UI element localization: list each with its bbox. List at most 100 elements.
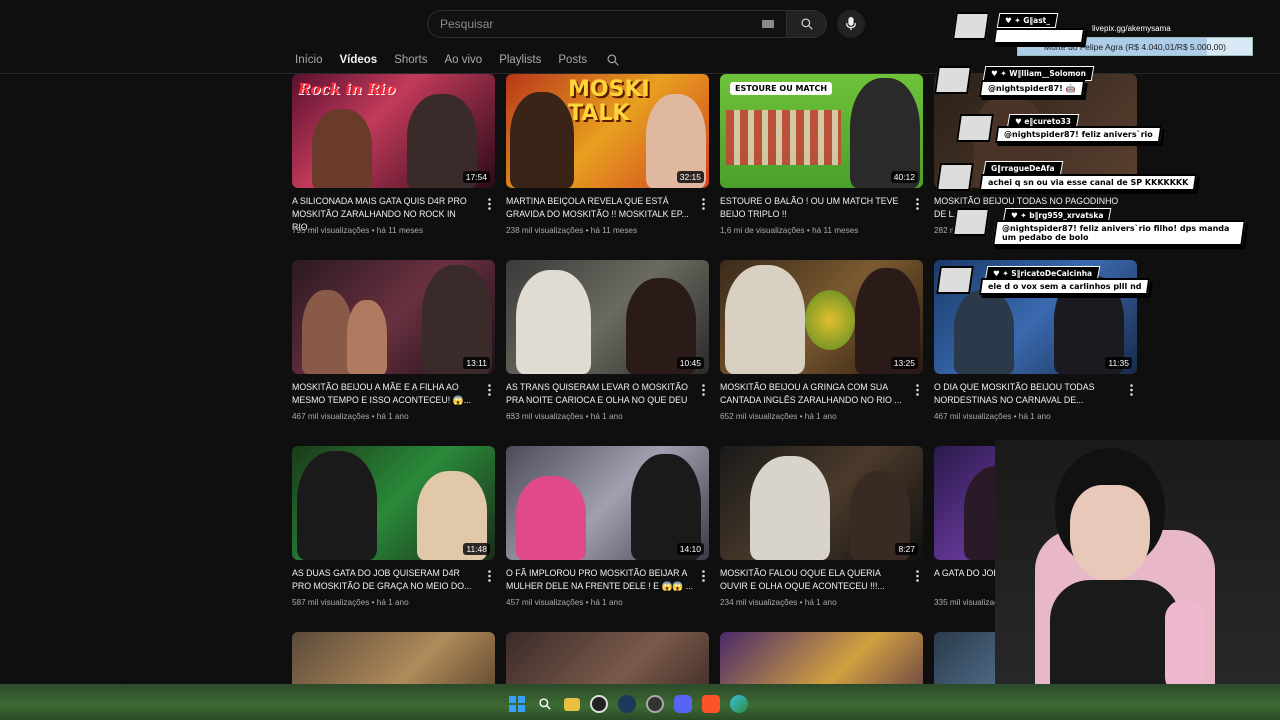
chat-avatar — [936, 163, 974, 191]
chat-message: @nightspider87! feliz anivers`rio filho!… — [992, 220, 1246, 246]
streamer-webcam — [995, 440, 1280, 720]
video-age: há 1 ano — [376, 412, 409, 421]
video-meta: 1,6 mi de visualizações • há 11 meses — [720, 226, 859, 235]
video-title[interactable]: ESTOURE O BALÃO ! OU UM MATCH TEVE BEIJO… — [720, 195, 908, 221]
more-options-icon[interactable] — [1130, 384, 1133, 396]
discord-icon[interactable] — [674, 695, 692, 713]
thumbnail-text: MOSKI TALK — [568, 77, 650, 126]
search-icon — [800, 18, 813, 30]
more-options-icon[interactable] — [488, 198, 491, 210]
video-thumbnail[interactable]: 10:45 — [506, 260, 709, 374]
more-options-icon[interactable] — [702, 570, 705, 582]
chat-message: @nightspider87! feliz anivers`rio — [994, 126, 1162, 143]
chat-message: achei q sn ou via esse canal de SP KKKKK… — [978, 174, 1198, 191]
more-options-icon[interactable] — [916, 198, 919, 210]
video-thumbnail[interactable]: MOSKI TALK 32:15 — [506, 74, 709, 188]
video-meta: 652 mil visualizações • há 1 ano — [720, 412, 837, 421]
tab-posts[interactable]: Posts — [558, 54, 587, 66]
video-meta: 633 mil visualizações • há 1 ano — [506, 412, 623, 421]
video-title[interactable]: MARTINA BEIÇOLA REVELA QUE ESTÁ GRAVIDA … — [506, 195, 694, 221]
more-options-icon[interactable] — [702, 384, 705, 396]
video-title[interactable]: MOSKITÃO BEIJOU A MÃE E A FILHA AO MESMO… — [292, 381, 480, 407]
video-thumbnail[interactable]: Rock in Rio 17:54 — [292, 74, 495, 188]
video-thumbnail[interactable]: 13:11 — [292, 260, 495, 374]
video-title[interactable]: O DIA QUE MOSKITÃO BEIJOU TODAS NORDESTI… — [934, 381, 1122, 407]
search-icon[interactable] — [536, 695, 554, 713]
tab-shorts[interactable]: Shorts — [394, 54, 427, 66]
microphone — [1165, 600, 1205, 695]
video-card[interactable] — [506, 632, 709, 684]
tab-videos[interactable]: Vídeos — [340, 54, 378, 66]
video-views: 1,6 mi de visualizações — [720, 226, 805, 235]
video-thumbnail[interactable]: ESTOURE OU MATCH 40:12 — [720, 74, 923, 188]
more-options-icon[interactable] — [916, 570, 919, 582]
channel-tabs: Início Vídeos Shorts Ao vivo Playlists P… — [295, 50, 620, 70]
video-age: há 11 meses — [590, 226, 638, 235]
tab-ao-vivo[interactable]: Ao vivo — [444, 54, 482, 66]
video-thumbnail[interactable]: 11:48 — [292, 446, 495, 560]
tab-playlists[interactable]: Playlists — [499, 54, 541, 66]
steam-icon[interactable] — [618, 695, 636, 713]
chat-avatar — [936, 266, 974, 294]
video-age: há 11 meses — [376, 226, 424, 235]
video-title[interactable]: MOSKITÃO BEIJOU A GRINGA COM SUA CANTADA… — [720, 381, 908, 407]
video-views: 633 mil visualizações — [506, 412, 584, 421]
video-meta: 467 mil visualizações • há 1 ano — [292, 412, 409, 421]
edge-icon[interactable] — [730, 695, 748, 713]
video-views: 795 mil visualizações — [292, 226, 370, 235]
chat-message — [992, 28, 1086, 44]
more-options-icon[interactable] — [916, 384, 919, 396]
video-thumbnail[interactable]: 8:27 — [720, 446, 923, 560]
search-button[interactable] — [787, 10, 827, 38]
video-views: 234 mil visualizações — [720, 598, 798, 607]
video-card[interactable] — [292, 632, 495, 684]
video-thumbnail[interactable]: 14:10 — [506, 446, 709, 560]
video-thumbnail[interactable] — [292, 632, 495, 684]
search-placeholder: Pesquisar — [440, 17, 494, 31]
chat-message: ele d o vox sem a carlinhos plll nd — [978, 278, 1151, 295]
channel-search-icon[interactable] — [606, 53, 620, 67]
video-duration: 40:12 — [890, 171, 918, 183]
video-thumbnail[interactable] — [720, 632, 923, 684]
video-duration: 14:10 — [676, 543, 704, 555]
video-meta: 467 mil visualizações • há 1 ano — [934, 412, 1051, 421]
video-age: há 1 ano — [590, 412, 623, 421]
video-age: há 11 meses — [812, 226, 859, 235]
video-duration: 13:11 — [463, 357, 490, 369]
tab-inicio[interactable]: Início — [295, 54, 323, 66]
video-views: 457 mil visualizações — [506, 598, 584, 607]
video-thumbnail[interactable] — [506, 632, 709, 684]
search-bar: Pesquisar — [427, 10, 827, 38]
windows-start-icon[interactable] — [508, 695, 526, 713]
stream-chat-overlay: ♥ ✦ G‖ast_ ♥ ✦ W‖lliam__Solomon @nightsp… — [930, 8, 1280, 298]
video-duration: 8:27 — [895, 543, 918, 555]
obs-icon[interactable] — [590, 695, 608, 713]
search-input[interactable]: Pesquisar — [427, 10, 787, 38]
chat-message: @nightspider87! 🤖 — [978, 80, 1085, 97]
more-options-icon[interactable] — [488, 384, 491, 396]
video-age: há 1 ano — [1018, 412, 1051, 421]
video-views: 652 mil visualizações — [720, 412, 798, 421]
video-thumbnail[interactable]: 13:25 — [720, 260, 923, 374]
chat-username: ♥ ✦ G‖ast_ — [996, 13, 1059, 28]
chat-avatar — [952, 208, 990, 236]
video-meta: 234 mil visualizações • há 1 ano — [720, 598, 837, 607]
voice-search-button[interactable] — [837, 10, 865, 38]
brave-icon[interactable] — [702, 695, 720, 713]
video-duration: 11:35 — [1105, 357, 1132, 369]
video-views: 238 mil visualizações — [506, 226, 584, 235]
video-card[interactable] — [720, 632, 923, 684]
video-title[interactable]: O FÃ IMPLOROU PRO MOSKITÃO BEIJAR A MULH… — [506, 567, 694, 593]
app-icon[interactable] — [646, 695, 664, 713]
more-options-icon[interactable] — [488, 570, 491, 582]
video-age: há 1 ano — [590, 598, 623, 607]
microphone-icon — [845, 17, 857, 31]
file-explorer-icon[interactable] — [564, 697, 580, 711]
video-duration: 10:45 — [676, 357, 704, 369]
video-title[interactable]: MOSKITÃO FALOU OQUE ELA QUERIA OUVIR E O… — [720, 567, 908, 593]
keyboard-icon[interactable] — [762, 20, 774, 28]
video-views: 467 mil visualizações — [934, 412, 1012, 421]
more-options-icon[interactable] — [702, 198, 705, 210]
video-title[interactable]: AS DUAS GATA DO JOB QUISERAM D4R PRO MOS… — [292, 567, 480, 593]
video-age: há 1 ano — [804, 412, 837, 421]
